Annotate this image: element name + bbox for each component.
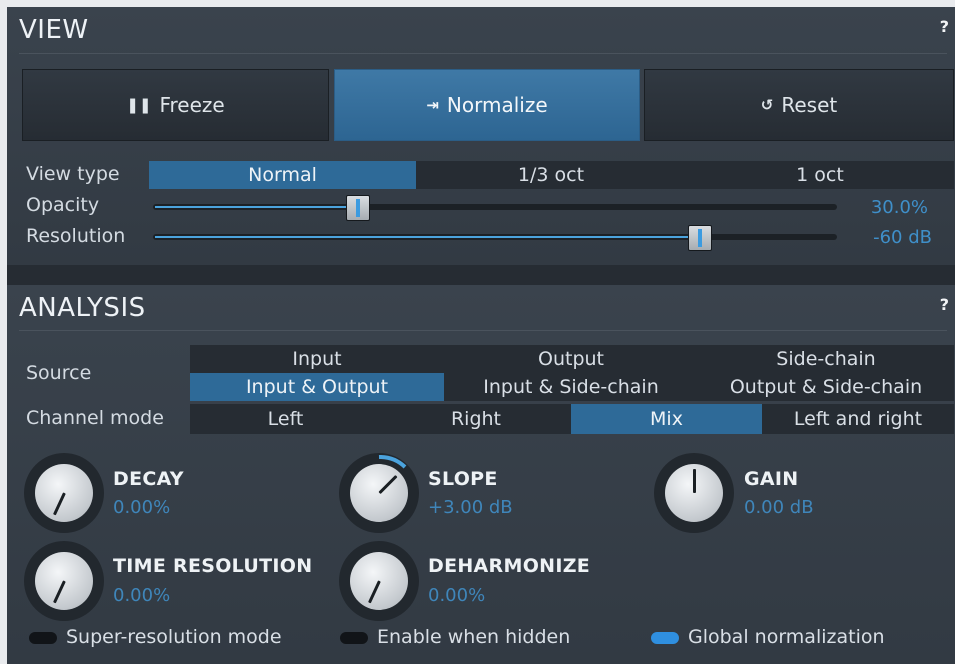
- channel-mode-left[interactable]: Left: [190, 404, 381, 434]
- slope-knob[interactable]: [339, 453, 419, 533]
- view-type-octave[interactable]: 1 oct: [686, 161, 954, 189]
- gain-value: 0.00 dB: [744, 497, 814, 518]
- super-resolution-label: Super-resolution mode: [66, 626, 282, 648]
- source-output[interactable]: Output: [444, 345, 698, 373]
- analysis-panel: ANALYSIS ? Source Input Output Side-chai…: [7, 285, 955, 664]
- source-output-side-chain[interactable]: Output & Side-chain: [698, 373, 954, 401]
- view-panel: VIEW ? ❚❚ Freeze ⇥ Normalize ↺ Reset Vie…: [7, 7, 955, 265]
- source-side-chain[interactable]: Side-chain: [698, 345, 954, 373]
- decay-knob[interactable]: [24, 453, 104, 533]
- resolution-value: -60 dB: [873, 227, 932, 248]
- source-input-side-chain[interactable]: Input & Side-chain: [444, 373, 698, 401]
- source-selector: Input Output Side-chain Input & Output I…: [190, 345, 954, 401]
- reset-label: Reset: [781, 93, 838, 117]
- enable-when-hidden-toggle[interactable]: [340, 632, 368, 644]
- resolution-label: Resolution: [26, 225, 126, 247]
- enable-when-hidden-label: Enable when hidden: [377, 626, 571, 648]
- time-resolution-name: TIME RESOLUTION: [113, 555, 313, 577]
- view-type-normal[interactable]: Normal: [149, 161, 416, 189]
- normalize-button[interactable]: ⇥ Normalize: [334, 69, 640, 141]
- opacity-label: Opacity: [26, 194, 100, 216]
- global-normalization-toggle[interactable]: [651, 632, 679, 644]
- time-resolution-value: 0.00%: [113, 585, 171, 606]
- freeze-button[interactable]: ❚❚ Freeze: [22, 69, 329, 141]
- opacity-value: 30.0%: [870, 197, 928, 218]
- slope-value: +3.00 dB: [428, 497, 513, 518]
- deharmonize-value: 0.00%: [428, 585, 486, 606]
- slider-thumb[interactable]: [688, 225, 712, 251]
- view-section-title: VIEW: [19, 15, 89, 45]
- decay-name: DECAY: [113, 468, 184, 490]
- resolution-slider[interactable]: [153, 225, 837, 251]
- global-normalization-label: Global normalization: [688, 626, 885, 648]
- slider-fill: [155, 236, 690, 238]
- super-resolution-toggle[interactable]: [29, 632, 57, 644]
- divider: [19, 330, 947, 331]
- view-type-third-octave[interactable]: 1/3 oct: [416, 161, 686, 189]
- pause-icon: ❚❚: [126, 96, 152, 114]
- channel-mode-mix[interactable]: Mix: [571, 404, 762, 434]
- channel-mode-label: Channel mode: [26, 407, 164, 429]
- channel-mode-left-and-right[interactable]: Left and right: [762, 404, 954, 434]
- slope-name: SLOPE: [428, 468, 498, 490]
- source-input[interactable]: Input: [190, 345, 444, 373]
- channel-mode-right[interactable]: Right: [381, 404, 571, 434]
- knob-pointer: [693, 469, 696, 493]
- view-type-label: View type: [26, 163, 120, 185]
- deharmonize-name: DEHARMONIZE: [428, 555, 591, 577]
- normalize-icon: ⇥: [426, 96, 439, 114]
- gain-knob[interactable]: [654, 453, 734, 533]
- analysis-section-title: ANALYSIS: [19, 293, 146, 323]
- time-resolution-knob[interactable]: [24, 541, 104, 621]
- channel-mode-selector: Left Right Mix Left and right: [190, 404, 954, 434]
- slider-fill: [155, 206, 348, 208]
- freeze-label: Freeze: [159, 93, 225, 117]
- reset-icon: ↺: [760, 96, 774, 114]
- gain-name: GAIN: [744, 468, 799, 490]
- source-input-output[interactable]: Input & Output: [190, 373, 444, 401]
- source-label: Source: [26, 362, 92, 384]
- decay-value: 0.00%: [113, 497, 171, 518]
- view-type-selector: Normal 1/3 oct 1 oct: [149, 161, 954, 189]
- divider: [19, 53, 947, 54]
- analysis-help-button[interactable]: ?: [940, 295, 949, 314]
- section-gap: [7, 265, 955, 285]
- view-help-button[interactable]: ?: [940, 17, 949, 36]
- deharmonize-knob[interactable]: [339, 541, 419, 621]
- slider-thumb[interactable]: [346, 195, 370, 221]
- reset-button[interactable]: ↺ Reset: [644, 69, 954, 141]
- opacity-slider[interactable]: [153, 195, 837, 221]
- normalize-label: Normalize: [446, 93, 548, 117]
